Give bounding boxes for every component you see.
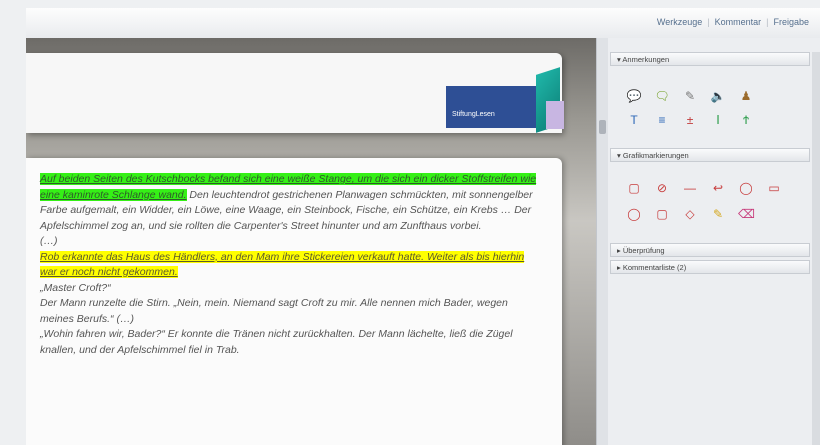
freeform-icon[interactable]: ◯: [626, 206, 642, 222]
paragraph: „Wohin fahren wir, Bader?“ Er konnte die…: [40, 327, 540, 358]
share-link[interactable]: Freigabe: [768, 17, 814, 27]
top-toolbar: Werkzeuge | Kommentar | Freigabe: [26, 8, 820, 39]
rectangle-icon[interactable]: ▢: [626, 180, 642, 196]
comment-link[interactable]: Kommentar: [710, 17, 767, 27]
oval-icon[interactable]: ↩: [710, 180, 726, 196]
section-annotations[interactable]: ▾ Anmerkungen: [610, 52, 810, 66]
scrollbar-thumb[interactable]: [599, 120, 606, 134]
annotation-tools-row-1: 💬 🗨 ✎ 🔈 ♟: [626, 88, 754, 104]
toolbar-links: Werkzeuge | Kommentar | Freigabe: [652, 17, 814, 27]
audio-icon[interactable]: 🔈: [710, 88, 726, 104]
paragraph: Auf beiden Seiten des Kutschbocks befand…: [40, 172, 540, 234]
logo-accent-2: [546, 101, 564, 129]
section-review[interactable]: ▸ Überprüfung: [610, 243, 810, 257]
app-window: Werkzeuge | Kommentar | Freigabe StiftungLes…: [0, 0, 820, 445]
polyline-icon[interactable]: ▢: [654, 206, 670, 222]
section-comment-list[interactable]: ▸ Kommentarliste (2): [610, 260, 810, 274]
arrow-icon[interactable]: —: [682, 180, 698, 196]
annotation-tools-row-2: T ≡ ± Ⅰ Ϯ: [626, 112, 754, 128]
paragraph: Rob erkannte das Haus des Händlers, an d…: [40, 250, 540, 281]
paragraph: (…): [40, 234, 540, 250]
logo-text: StiftungLesen: [452, 111, 495, 118]
document-text: Auf beiden Seiten des Kutschbocks befand…: [40, 172, 540, 358]
document-page-header: StiftungLesen: [26, 53, 564, 133]
paragraph-text: „Wohin fahren wir, Bader?“ Er konnte die…: [40, 328, 513, 356]
panel-scrollbar[interactable]: [812, 52, 820, 445]
highlight-text-icon[interactable]: Ϯ: [738, 112, 754, 128]
line-icon[interactable]: ⊘: [654, 180, 670, 196]
eraser-icon[interactable]: ⌫: [738, 206, 755, 222]
paragraph-text: Der Mann runzelte die Stirn. „Nein, mein…: [40, 297, 508, 325]
polygon-icon[interactable]: ◯: [738, 180, 754, 196]
tools-link[interactable]: Werkzeuge: [652, 17, 707, 27]
drawing-tools-row-1: ▢ ⊘ — ↩ ◯ ▭: [626, 180, 782, 196]
strikethrough-icon[interactable]: ±: [682, 112, 698, 128]
paragraph-text: „Master Croft?“: [40, 281, 111, 294]
underline-icon[interactable]: Ⅰ: [710, 112, 726, 128]
replace-text-icon[interactable]: ≡: [654, 112, 670, 128]
pencil-tool-icon[interactable]: ✎: [710, 206, 726, 222]
stamp-dropdown-icon[interactable]: ♟: [738, 88, 754, 104]
paragraph-text: (…): [40, 235, 58, 247]
sticky-note-icon[interactable]: 🗨: [654, 88, 670, 104]
pencil-icon[interactable]: ◇: [682, 206, 698, 222]
comment-icon[interactable]: 💬: [626, 88, 642, 104]
stiftung-lesen-logo: StiftungLesen: [446, 67, 564, 133]
drawing-tools-row-2: ◯ ▢ ◇ ✎ ⌫: [626, 206, 755, 222]
document-page[interactable]: Auf beiden Seiten des Kutschbocks befand…: [26, 158, 562, 445]
document-view[interactable]: StiftungLesen Auf beiden Seiten des Kuts…: [26, 38, 596, 445]
paragraph: Der Mann runzelte die Stirn. „Nein, mein…: [40, 296, 540, 327]
stamp-icon[interactable]: ✎: [682, 88, 698, 104]
comment-panel: ▾ Anmerkungen 💬 🗨 ✎ 🔈 ♟ T ≡ ± Ⅰ Ϯ ▾ Graf…: [608, 38, 820, 445]
insert-text-icon[interactable]: T: [626, 112, 642, 128]
section-drawing-markups[interactable]: ▾ Grafikmarkierungen: [610, 148, 810, 162]
highlight-yellow[interactable]: Rob erkannte das Haus des Händlers, an d…: [40, 250, 525, 278]
cloud-icon[interactable]: ▭: [766, 180, 782, 196]
paragraph: „Master Croft?“: [40, 281, 540, 297]
